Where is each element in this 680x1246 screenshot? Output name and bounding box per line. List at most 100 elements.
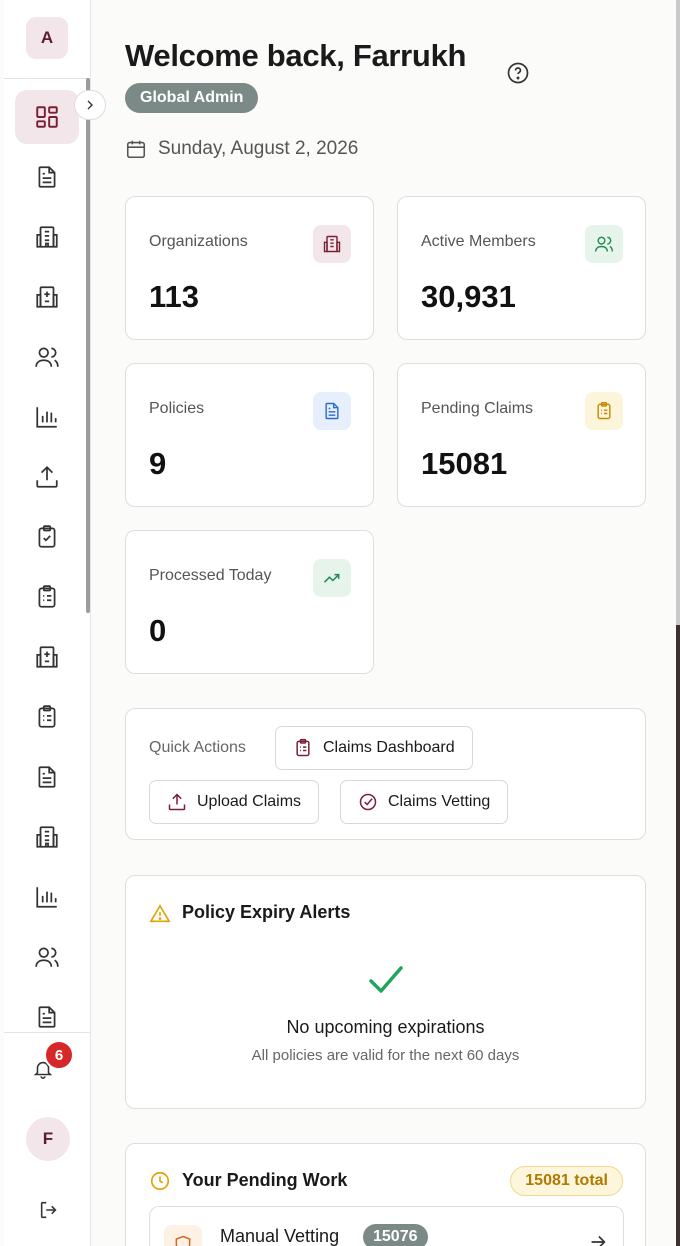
button-label: Claims Vetting [388,793,491,810]
sidebar-divider [4,78,91,79]
sidebar-item-vetting[interactable] [15,510,79,564]
document-icon [38,166,56,188]
work-item-icon-container [164,1225,202,1246]
stat-label: Policies [149,400,205,417]
sidebar-item-reports[interactable] [15,390,79,444]
section-title: Policy Expiry Alerts [182,902,351,922]
sidebar-item-audit[interactable] [15,990,79,1044]
sidebar-divider [4,1032,91,1033]
check-circle-icon [359,793,377,811]
button-label: Claims Dashboard [323,739,455,756]
shield-icon [175,1235,191,1246]
checkmark-icon [369,966,403,993]
role-badge: Global Admin [125,83,259,113]
clipboard-check-icon [38,525,56,548]
current-date: Sunday, August 2, 2026 [158,138,359,159]
stat-card-policies[interactable]: Policies 9 [125,363,374,507]
sidebar-scrollbar[interactable] [86,78,90,613]
users-icon [35,347,59,367]
section-title: Your Pending Work [182,1170,348,1190]
sidebar-item-members[interactable] [15,330,79,384]
sidebar-item-claims[interactable] [15,570,79,624]
stat-label: Organizations [149,233,248,250]
user-avatar[interactable]: F [26,1117,70,1161]
stat-card-pending-claims[interactable]: Pending Claims 15081 [397,363,646,507]
sidebar-item-claims-list[interactable] [15,690,79,744]
upload-claims-button[interactable]: Upload Claims [149,780,320,824]
chevron-right-icon [87,100,93,110]
stat-icon-container [313,392,351,430]
stat-label: Active Members [421,233,536,250]
arrow-right-icon [591,1235,606,1246]
sidebar-item-users[interactable] [15,930,79,984]
stat-icon-container [313,559,351,597]
notification-count-badge: 6 [44,1040,74,1070]
page-title: Welcome back, Farrukh [125,38,467,73]
empty-state-title: No upcoming expirations [286,1017,485,1037]
calendar-icon [126,140,146,159]
sidebar-item-companies[interactable] [15,810,79,864]
empty-state-subtitle: All policies are valid for the next 60 d… [251,1047,520,1064]
building-icon [36,826,58,848]
clock-icon [150,1171,170,1191]
sidebar-item-providers[interactable] [15,630,79,684]
hospital-icon [36,286,58,308]
warning-icon [149,904,171,923]
sidebar-item-organizations[interactable] [15,210,79,264]
trending-up-icon [323,573,340,583]
sidebar-item-analytics[interactable] [15,870,79,924]
stat-value: 9 [149,446,167,481]
collapse-sidebar-button[interactable] [74,90,106,120]
sidebar: A 6 F [4,0,91,1246]
stat-icon-container [585,392,623,430]
building-icon [36,226,58,248]
hospital-icon [36,646,58,668]
pending-work-card: Your Pending Work 15081 total Manual Vet… [125,1143,646,1246]
clipboard-list-icon [38,585,56,608]
sidebar-item-hospitals[interactable] [15,270,79,324]
users-icon [594,236,614,252]
work-item-label: Manual Vetting [220,1226,340,1246]
sidebar-item-documents[interactable] [15,150,79,204]
upload-icon [36,466,58,488]
document-icon [38,1006,56,1028]
stat-value: 15081 [421,446,508,481]
users-icon [35,947,59,967]
stat-card-active-members[interactable]: Active Members 30,931 [397,196,646,340]
logout-button[interactable] [34,1195,64,1225]
work-item-count: 15076 [363,1224,428,1246]
pending-work-item-manual-vetting[interactable]: Manual Vetting 15076 [149,1206,624,1246]
clipboard-list-icon [296,738,310,757]
stat-icon-container [313,225,351,263]
stat-value: 30,931 [421,279,516,314]
clipboard-list-icon [38,705,56,728]
quick-actions-label: Quick Actions [149,739,246,756]
pending-total-badge: 15081 total [510,1166,623,1196]
document-icon [38,766,56,788]
stat-card-organizations[interactable]: Organizations 113 [125,196,374,340]
bar-chart-icon [36,407,57,428]
document-icon [325,402,339,420]
claims-vetting-button[interactable]: Claims Vetting [340,780,509,824]
page-scrollbar-thumb[interactable] [676,0,680,625]
stat-label: Processed Today [149,567,272,584]
help-icon[interactable] [506,61,530,85]
bar-chart-icon [36,887,57,908]
claims-dashboard-button[interactable]: Claims Dashboard [275,726,473,770]
sidebar-item-policies[interactable] [15,750,79,804]
quick-actions-card: Quick Actions Claims Dashboard Upload Cl… [125,708,646,840]
policy-expiry-alerts-card: Policy Expiry Alerts No upcoming expirat… [125,875,646,1109]
stat-label: Pending Claims [421,400,534,417]
dashboard-icon [36,106,58,128]
org-avatar[interactable]: A [26,17,68,59]
sidebar-item-dashboard[interactable] [15,90,79,144]
stat-icon-container [585,225,623,263]
button-label: Upload Claims [197,793,302,810]
app-window: A 6 F Welcome back, Farrukh Global Admin… [0,0,676,1246]
logout-icon [40,1201,57,1219]
stat-value: 0 [149,613,167,648]
stat-value: 113 [149,279,200,314]
sidebar-item-upload[interactable] [15,450,79,504]
clipboard-list-icon [597,401,611,420]
stat-card-processed-today[interactable]: Processed Today 0 [125,530,374,674]
